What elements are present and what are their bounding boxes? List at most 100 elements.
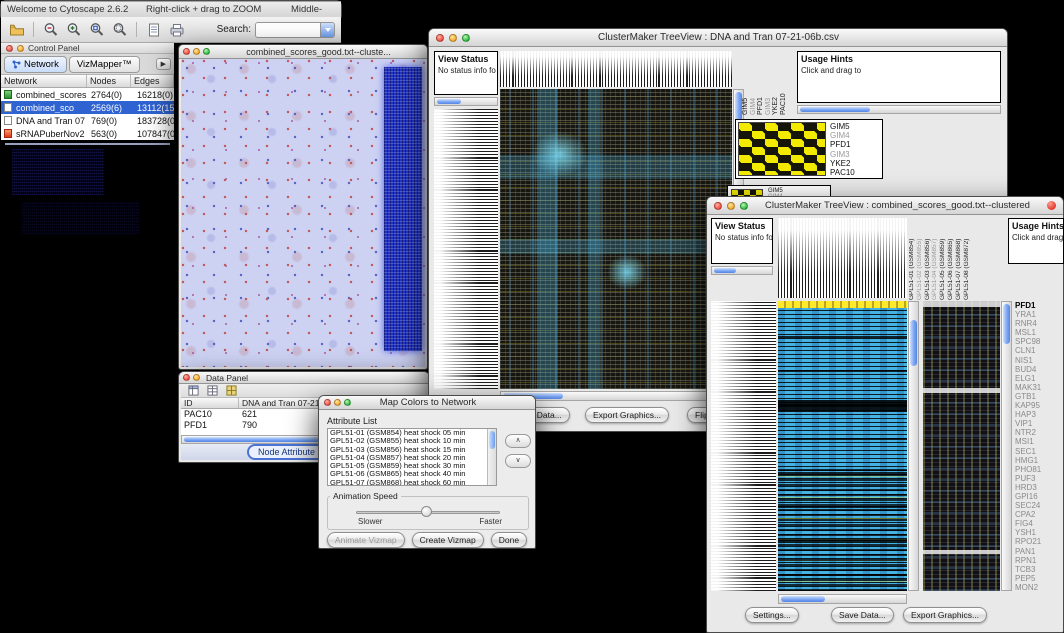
move-up-button[interactable]: ∧ (505, 434, 531, 448)
document-icon[interactable] (144, 20, 163, 40)
attribute-list-item[interactable]: GPL51-07 (GSM868) heat shock 60 min (328, 479, 496, 486)
gene-label[interactable]: YRA1 (1015, 310, 1063, 319)
expression-heatmap[interactable] (500, 89, 732, 389)
vertical-scrollbar[interactable] (487, 429, 496, 485)
gene-label[interactable]: HRD3 (1015, 483, 1063, 492)
zoom-selected-icon[interactable] (87, 20, 106, 40)
column-dendrogram[interactable] (500, 51, 732, 87)
search-combobox[interactable] (255, 22, 335, 38)
gene-label[interactable]: BUD4 (1015, 365, 1063, 374)
close-icon[interactable] (183, 48, 190, 55)
scrollbar-thumb[interactable] (714, 268, 736, 273)
search-input[interactable] (256, 23, 320, 37)
network-canvas[interactable] (181, 59, 425, 367)
network-table-row[interactable]: combined_scores 2764(0) 16218(0) (1, 88, 174, 101)
horizontal-scrollbar[interactable] (778, 594, 907, 604)
minimize-icon[interactable] (727, 202, 735, 210)
minimize-icon[interactable] (334, 399, 341, 406)
network-table-row[interactable]: DNA and Tran 07 769(0) 183728(0) (1, 114, 174, 127)
data-panel-title-bar[interactable]: Data Panel (179, 372, 429, 384)
scrollbar-thumb[interactable] (184, 437, 334, 442)
scrollbar-thumb[interactable] (437, 99, 461, 104)
select-attributes-icon[interactable] (186, 384, 200, 396)
global-matrix-thumbnail[interactable] (738, 122, 826, 176)
matrix-icon[interactable] (224, 384, 238, 396)
scrollbar-thumb[interactable] (489, 431, 495, 449)
network-table-row[interactable]: combined_sco 2569(6) 13112(15) (1, 101, 174, 114)
scrollbar-thumb[interactable] (781, 596, 825, 602)
gene-label[interactable]: TCB3 (1015, 565, 1063, 574)
zoom-out-icon[interactable] (41, 20, 60, 40)
gene-label[interactable]: FIG4 (1015, 519, 1063, 528)
maximize-icon[interactable] (740, 202, 748, 210)
scrollbar-thumb[interactable] (1003, 304, 1010, 344)
row-dendrogram[interactable] (434, 109, 498, 389)
tab-vizmapper[interactable]: VizMapper™ (69, 56, 140, 73)
horizontal-scrollbar[interactable] (711, 266, 773, 275)
gene-label[interactable]: MSI1 (1015, 437, 1063, 446)
animate-vizmap-button[interactable]: Animate Vizmap (327, 532, 405, 548)
network-overview-thumbnail[interactable] (5, 143, 170, 145)
gene-label[interactable]: MSL1 (1015, 328, 1063, 337)
float-icon[interactable] (193, 374, 200, 381)
gene-label[interactable]: GTB1 (1015, 392, 1063, 401)
settings-button[interactable]: Settings... (745, 607, 799, 623)
gene-label[interactable]: KAP95 (1015, 401, 1063, 410)
horizontal-scrollbar[interactable] (434, 97, 498, 106)
scrollbar-thumb[interactable] (910, 320, 917, 366)
export-graphics-button[interactable]: Export Graphics... (585, 407, 669, 423)
zoom-heatmap[interactable] (923, 301, 1000, 591)
gene-label[interactable]: PUF3 (1015, 474, 1063, 483)
close-icon[interactable] (183, 374, 190, 381)
vertical-scrollbar[interactable] (908, 301, 919, 591)
gene-label[interactable]: CLN1 (1015, 346, 1063, 355)
done-button[interactable]: Done (491, 532, 527, 548)
slider-thumb[interactable] (421, 506, 432, 517)
gene-label[interactable]: PAN1 (1015, 547, 1063, 556)
minimize-icon[interactable] (193, 48, 200, 55)
row-dendrogram[interactable] (711, 301, 776, 591)
gene-label[interactable]: SPC98 (1015, 337, 1063, 346)
gene-label[interactable]: ELG1 (1015, 374, 1063, 383)
gene-label[interactable]: VIP1 (1015, 419, 1063, 428)
chevron-down-icon[interactable] (320, 23, 334, 37)
close-icon[interactable] (714, 202, 722, 210)
gene-label[interactable]: MAK31 (1015, 383, 1063, 392)
panel-close-icon[interactable] (6, 45, 13, 52)
network-view-title-bar[interactable]: combined_scores_good.txt--cluste... (179, 45, 427, 59)
gene-label[interactable]: MON2 (1015, 583, 1063, 592)
gene-label[interactable]: NIS1 (1015, 356, 1063, 365)
save-data-button[interactable]: Save Data... (831, 607, 894, 623)
gene-label[interactable]: GPI16 (1015, 492, 1063, 501)
gene-label[interactable]: SEC24 (1015, 501, 1063, 510)
export-graphics-button[interactable]: Export Graphics... (903, 607, 987, 623)
dialog-title-bar[interactable]: Map Colors to Network (319, 396, 535, 410)
network-table-row[interactable]: sRNAPuberNov2 563(0) 107847(0) (1, 127, 174, 140)
control-panel-header[interactable]: Control Panel (1, 43, 174, 54)
attribute-listbox[interactable]: GPL51-01 (GSM854) heat shock 05 minGPL51… (327, 428, 497, 486)
gene-label[interactable]: PEP5 (1015, 574, 1063, 583)
zoom-fit-icon[interactable] (110, 20, 129, 40)
gene-label[interactable]: CPA2 (1015, 510, 1063, 519)
treeview1-title-bar[interactable]: ClusterMaker TreeView : DNA and Tran 07-… (429, 29, 1007, 47)
tab-network[interactable]: Network (4, 56, 67, 73)
gene-label[interactable]: RPN1 (1015, 556, 1063, 565)
vertical-scrollbar[interactable] (1001, 301, 1012, 591)
minimize-icon[interactable] (449, 34, 457, 42)
table-grid-icon[interactable] (205, 384, 219, 396)
move-down-button[interactable]: ∨ (505, 454, 531, 468)
printer-icon[interactable] (167, 20, 186, 40)
gene-label[interactable]: PFD1 (1015, 301, 1063, 310)
maximize-icon[interactable] (203, 48, 210, 55)
gene-label[interactable]: HMG1 (1015, 456, 1063, 465)
create-vizmap-button[interactable]: Create Vizmap (412, 532, 484, 548)
scrollbar-thumb[interactable] (800, 107, 870, 112)
maximize-icon[interactable] (344, 399, 351, 406)
gene-label[interactable]: NTR2 (1015, 428, 1063, 437)
gene-label[interactable]: RNR4 (1015, 319, 1063, 328)
gene-label[interactable]: HAP3 (1015, 410, 1063, 419)
horizontal-scrollbar[interactable] (797, 105, 1001, 114)
expression-heatmap[interactable] (778, 301, 907, 591)
tab-overflow-button[interactable]: ▶ (156, 58, 171, 70)
gene-label[interactable]: SEC1 (1015, 447, 1063, 456)
